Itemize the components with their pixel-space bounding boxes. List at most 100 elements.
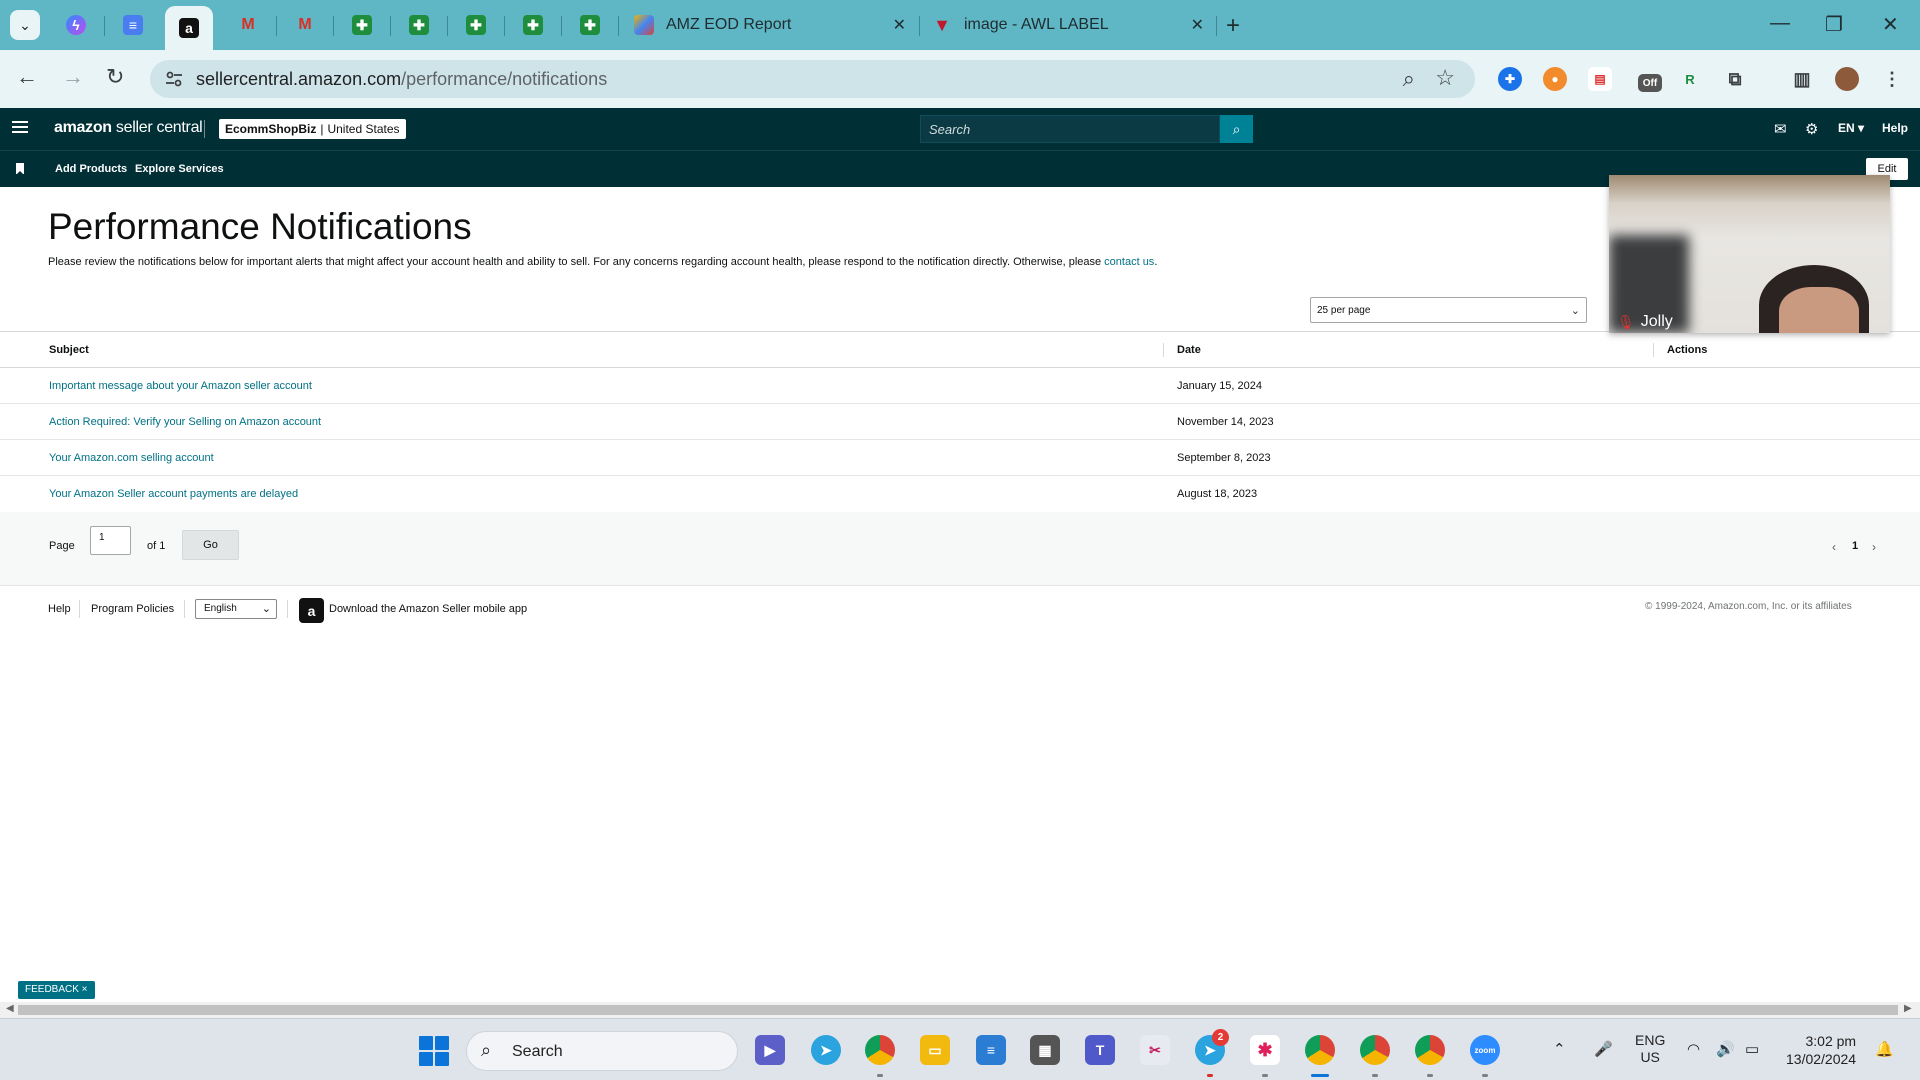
close-tab-icon[interactable]: ✕ <box>893 15 906 35</box>
gear-icon[interactable]: ⚙ <box>1805 120 1818 138</box>
windows-start-icon[interactable] <box>419 1036 449 1066</box>
slack-icon[interactable]: ✱ <box>1250 1035 1280 1065</box>
scroll-left-icon[interactable]: ◀ <box>6 1003 14 1014</box>
telegram-icon[interactable]: ➤ <box>811 1035 841 1065</box>
notepad-icon[interactable]: ≡ <box>976 1035 1006 1065</box>
close-window-icon[interactable]: ✕ <box>1882 12 1899 37</box>
restore-icon[interactable]: ❐ <box>1825 12 1843 37</box>
scroll-right-icon[interactable]: ▶ <box>1904 1003 1912 1014</box>
previous-page-icon[interactable]: ‹ <box>1832 540 1836 554</box>
pinned-tab-gmail-1[interactable]: M <box>230 8 266 42</box>
extension-icon[interactable]: ✚ <box>1498 67 1522 91</box>
bookmark-icon[interactable] <box>16 163 24 175</box>
microphone-icon[interactable]: 🎤 <box>1594 1040 1613 1058</box>
zoom-icon[interactable]: zoom <box>1470 1035 1500 1065</box>
chrome-icon[interactable] <box>865 1035 895 1065</box>
hamburger-menu-icon[interactable] <box>12 121 28 133</box>
back-icon[interactable]: ← <box>16 64 38 90</box>
taskbar-search[interactable]: ⌕ Search <box>466 1031 738 1071</box>
clock-date: 13/02/2024 <box>1786 1051 1857 1067</box>
site-settings-icon[interactable] <box>164 69 184 89</box>
program-policies-link[interactable]: Program Policies <box>91 603 174 615</box>
browser-menu-icon[interactable]: ⋮ <box>1880 67 1904 91</box>
next-page-icon[interactable]: › <box>1872 540 1876 554</box>
chrome-icon[interactable] <box>1415 1035 1445 1065</box>
chrome-icon[interactable] <box>1360 1035 1390 1065</box>
system-clock[interactable]: 3:02 pm 13/02/2024 <box>1786 1032 1856 1068</box>
zoom-meeting-icon[interactable]: ▶ <box>755 1035 785 1065</box>
language-menu[interactable]: EN ▾ <box>1838 121 1864 135</box>
notifications-bell-icon[interactable]: 🔔 <box>1875 1040 1894 1058</box>
extensions-puzzle-icon[interactable]: ⧉ <box>1723 67 1747 91</box>
forward-icon[interactable]: → <box>62 64 84 90</box>
subject-header[interactable]: Subject <box>49 344 89 356</box>
seller-central-logo[interactable]: amazon seller central <box>54 119 203 137</box>
store-switcher[interactable]: EcommShopBiz | United States <box>219 119 406 139</box>
tab-awl-label[interactable]: ▼ image - AWL LABEL ✕ <box>932 8 1212 42</box>
pinned-tab-messenger[interactable]: ϟ <box>58 8 94 42</box>
zoom-icon[interactable]: ⌕ <box>1403 66 1415 92</box>
profile-avatar[interactable] <box>1835 67 1859 91</box>
new-tab-icon[interactable]: + <box>1226 12 1240 40</box>
go-button[interactable]: Go <box>182 530 239 560</box>
current-page-number[interactable]: 1 <box>1852 540 1858 552</box>
calculator-icon[interactable]: ▦ <box>1030 1035 1060 1065</box>
notification-subject-link[interactable]: Action Required: Verify your Selling on … <box>49 416 321 428</box>
feedback-button[interactable]: FEEDBACK × <box>18 981 95 999</box>
minimize-icon[interactable]: — <box>1770 12 1790 35</box>
reload-icon[interactable]: ↻ <box>106 64 124 90</box>
pinned-tab-sheets-5[interactable]: ✚ <box>572 8 608 42</box>
snipping-tool-icon[interactable]: ✂ <box>1140 1035 1170 1065</box>
bookmark-star-icon[interactable]: ☆ <box>1435 65 1455 91</box>
notification-subject-link[interactable]: Your Amazon.com selling account <box>49 452 214 464</box>
extension-icon[interactable]: ● <box>1543 67 1567 91</box>
footer-help-link[interactable]: Help <box>48 603 71 615</box>
volume-icon[interactable]: 🔊 <box>1716 1040 1735 1058</box>
file-explorer-icon[interactable]: ▭ <box>920 1035 950 1065</box>
mobile-app-link[interactable]: Download the Amazon Seller mobile app <box>329 603 527 615</box>
pinned-tab-sheets-1[interactable]: ✚ <box>344 8 380 42</box>
show-hidden-icons-chevron-up-icon[interactable]: ⌃ <box>1553 1040 1566 1058</box>
scrollbar-thumb[interactable] <box>18 1005 1898 1015</box>
footer-language-select[interactable]: English ⌄ <box>195 599 277 619</box>
tab-separator <box>390 16 391 36</box>
amazon-app-icon[interactable]: a <box>299 598 324 623</box>
mail-icon[interactable]: ✉ <box>1774 120 1787 138</box>
page-number-input[interactable]: 1 <box>90 526 131 555</box>
extension-off-badge[interactable]: Off <box>1638 74 1662 92</box>
notification-subject-link[interactable]: Important message about your Amazon sell… <box>49 380 312 392</box>
notifications-table: Subject Date Actions Important message a… <box>0 331 1920 513</box>
pinned-tab-sheets-4[interactable]: ✚ <box>515 8 551 42</box>
extension-icon[interactable]: R <box>1678 67 1702 91</box>
battery-icon[interactable]: ▭ <box>1745 1040 1759 1058</box>
tab-amz-eod-report[interactable]: AMZ EOD Report ✕ <box>634 8 914 42</box>
video-call-overlay[interactable]: 🎙 Jolly <box>1609 175 1890 333</box>
help-link[interactable]: Help <box>1882 121 1908 135</box>
pinned-tab-gmail-2[interactable]: M <box>287 8 323 42</box>
contact-us-link[interactable]: contact us <box>1104 256 1154 268</box>
per-page-select[interactable]: 25 per page ⌄ <box>1310 297 1587 323</box>
pinned-tab-sheets-3[interactable]: ✚ <box>458 8 494 42</box>
pinned-tab-docs[interactable]: ≡ <box>115 8 151 42</box>
search-button[interactable]: ⌕ <box>1220 115 1253 143</box>
tab-search-button[interactable]: ⌄ <box>10 10 40 40</box>
close-tab-icon[interactable]: ✕ <box>1191 15 1204 35</box>
pinned-tab-sheets-2[interactable]: ✚ <box>401 8 437 42</box>
wifi-icon[interactable]: ◠ <box>1687 1040 1700 1058</box>
extension-icon[interactable]: ▤ <box>1588 67 1612 91</box>
address-bar[interactable]: sellercentral.amazon.com/performance/not… <box>150 60 1475 98</box>
store-region: United States <box>327 122 400 136</box>
explore-services-link[interactable]: Explore Services <box>135 163 224 175</box>
notification-subject-link[interactable]: Your Amazon Seller account payments are … <box>49 488 298 500</box>
side-panel-icon[interactable]: ▥ <box>1790 67 1814 91</box>
teams-icon[interactable]: T <box>1085 1035 1115 1065</box>
date-header[interactable]: Date <box>1177 344 1201 356</box>
add-products-link[interactable]: Add Products <box>55 163 127 175</box>
search-input[interactable] <box>921 116 1219 142</box>
horizontal-scrollbar[interactable]: ◀ ▶ <box>0 1002 1920 1018</box>
input-language-indicator[interactable]: ENG US <box>1635 1032 1665 1066</box>
logo-light: seller central <box>111 119 203 136</box>
pinned-tab-amazon[interactable]: a <box>165 6 213 50</box>
chevron-down-icon: ▾ <box>1858 121 1865 135</box>
chrome-icon[interactable] <box>1305 1035 1335 1065</box>
